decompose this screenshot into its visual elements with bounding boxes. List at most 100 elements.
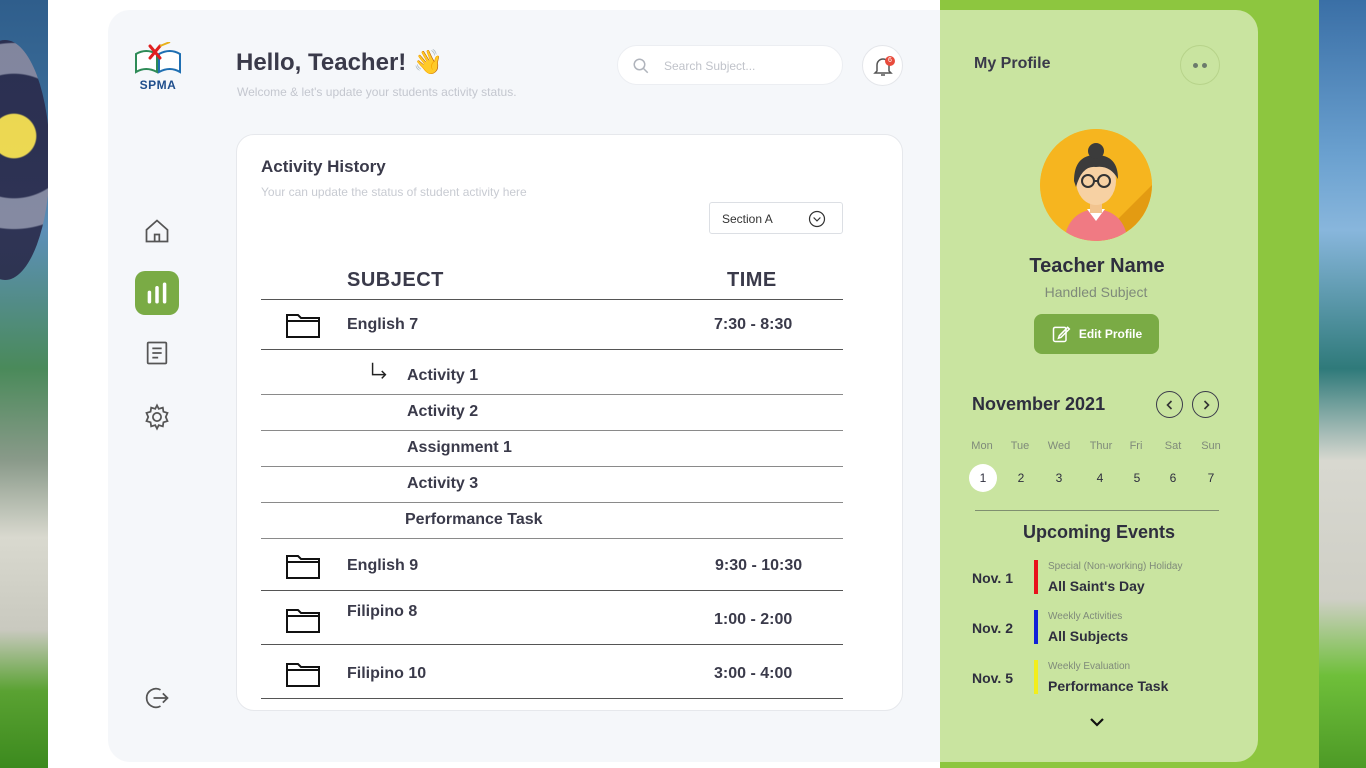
weekday-label: Mon — [971, 440, 993, 452]
event-date: Nov. 1 — [972, 570, 1013, 586]
edit-profile-button[interactable]: Edit Profile — [1034, 314, 1159, 354]
logout-button[interactable] — [135, 676, 179, 720]
school-emblem-image — [0, 40, 50, 280]
calendar-date[interactable]: 6 — [1159, 464, 1187, 492]
handled-subject: Handled Subject — [1044, 284, 1148, 300]
search-input[interactable] — [664, 56, 829, 76]
calendar-prev-button[interactable] — [1156, 391, 1183, 418]
event-category: Weekly Activities — [1048, 611, 1123, 622]
folder-icon[interactable] — [285, 550, 321, 580]
activity-item[interactable]: Assignment 1 — [407, 439, 512, 457]
nav-documents[interactable] — [135, 331, 179, 375]
subject-name[interactable]: English 9 — [347, 557, 418, 575]
row-divider — [261, 698, 843, 699]
subject-name[interactable]: Filipino 8 — [347, 603, 417, 621]
teacher-name: Teacher Name — [1029, 255, 1165, 277]
event-category: Special (Non-working) Holiday — [1048, 561, 1183, 572]
row-divider — [261, 394, 843, 395]
background-photo-right — [1319, 0, 1366, 768]
row-divider — [261, 538, 843, 539]
chevron-right-icon — [1203, 399, 1210, 410]
event-date: Nov. 2 — [972, 620, 1013, 636]
edit-icon — [1052, 326, 1071, 343]
weekday-label: Fri — [1129, 440, 1143, 452]
event-name[interactable]: All Saint's Day — [1048, 578, 1145, 594]
profile-panel — [940, 10, 1258, 762]
section-value: Section A — [722, 212, 773, 226]
event-name[interactable]: Performance Task — [1048, 678, 1168, 694]
section-dropdown[interactable]: Section A — [709, 202, 843, 234]
event-date: Nov. 5 — [972, 670, 1013, 686]
activity-item[interactable]: Performance Task — [405, 511, 543, 529]
document-icon — [146, 341, 168, 365]
dot-icon — [1202, 62, 1207, 68]
calendar-divider — [975, 510, 1219, 511]
subject-name[interactable]: English 7 — [347, 316, 418, 334]
logout-icon — [145, 687, 169, 709]
subject-name[interactable]: Filipino 10 — [347, 665, 426, 683]
greeting-subtitle: Welcome & let's update your students act… — [237, 85, 517, 99]
chevron-down-icon — [808, 210, 826, 228]
nav-activity[interactable] — [135, 271, 179, 315]
event-color-bar — [1034, 660, 1038, 694]
weekday-label: Sat — [1164, 440, 1182, 452]
nav-home[interactable] — [135, 209, 179, 253]
calendar-date[interactable]: 7 — [1197, 464, 1225, 492]
row-divider — [261, 349, 843, 350]
edit-profile-label: Edit Profile — [1078, 327, 1143, 341]
search-box[interactable] — [617, 45, 843, 85]
chart-icon — [147, 282, 167, 304]
row-divider — [261, 590, 843, 591]
activity-item[interactable]: Activity 1 — [407, 367, 478, 385]
background-photo-left — [0, 0, 50, 768]
profile-title: My Profile — [974, 55, 1051, 72]
avatar — [1040, 129, 1152, 241]
logo-text: SPMA — [139, 78, 177, 92]
folder-icon[interactable] — [285, 658, 321, 688]
calendar-date[interactable]: 3 — [1045, 464, 1073, 492]
event-color-bar — [1034, 560, 1038, 594]
wave-emoji: 👋 — [412, 49, 443, 76]
gear-icon — [145, 403, 169, 431]
subject-time: 7:30 - 8:30 — [714, 316, 793, 333]
weekday-label: Sun — [1201, 440, 1221, 452]
nav-settings[interactable] — [135, 395, 179, 439]
calendar-date-selected[interactable]: 1 — [969, 464, 997, 492]
weekday-label: Thur — [1089, 440, 1113, 452]
header-divider — [261, 299, 843, 300]
folder-icon[interactable] — [285, 309, 321, 339]
calendar-date[interactable]: 2 — [1007, 464, 1035, 492]
notification-badge: 6 — [885, 56, 895, 66]
subdirectory-arrow-icon — [371, 362, 387, 379]
profile-menu-button[interactable] — [1180, 45, 1220, 85]
column-header-time: TIME — [727, 269, 777, 291]
chevron-down-icon[interactable] — [1088, 714, 1106, 730]
event-name[interactable]: All Subjects — [1048, 628, 1128, 644]
calendar-next-button[interactable] — [1192, 391, 1219, 418]
weekday-label: Wed — [1047, 440, 1071, 452]
dot-icon — [1193, 62, 1198, 68]
activity-item[interactable]: Activity 2 — [407, 403, 478, 421]
row-divider — [261, 430, 843, 431]
subject-time: 9:30 - 10:30 — [715, 557, 803, 574]
activity-title: Activity History — [261, 157, 386, 176]
calendar-month: November 2021 — [972, 394, 1106, 414]
home-icon — [145, 219, 169, 243]
calendar-date[interactable]: 5 — [1123, 464, 1151, 492]
chevron-left-icon — [1165, 399, 1172, 410]
row-divider — [261, 466, 843, 467]
row-divider — [261, 502, 843, 503]
notification-button[interactable]: 6 — [862, 45, 903, 86]
upcoming-events-title: Upcoming Events — [1022, 522, 1176, 542]
activity-subtitle: Your can update the status of student ac… — [261, 185, 527, 199]
folder-icon[interactable] — [285, 604, 321, 634]
subject-time: 1:00 - 2:00 — [714, 611, 793, 628]
calendar-date[interactable]: 4 — [1086, 464, 1114, 492]
search-icon — [633, 58, 649, 74]
event-category: Weekly Evaluation — [1048, 661, 1131, 672]
weekday-label: Tue — [1010, 440, 1030, 452]
column-header-subject: SUBJECT — [347, 269, 444, 291]
subject-time: 3:00 - 4:00 — [714, 665, 793, 682]
row-divider — [261, 644, 843, 645]
activity-item[interactable]: Activity 3 — [407, 475, 478, 493]
